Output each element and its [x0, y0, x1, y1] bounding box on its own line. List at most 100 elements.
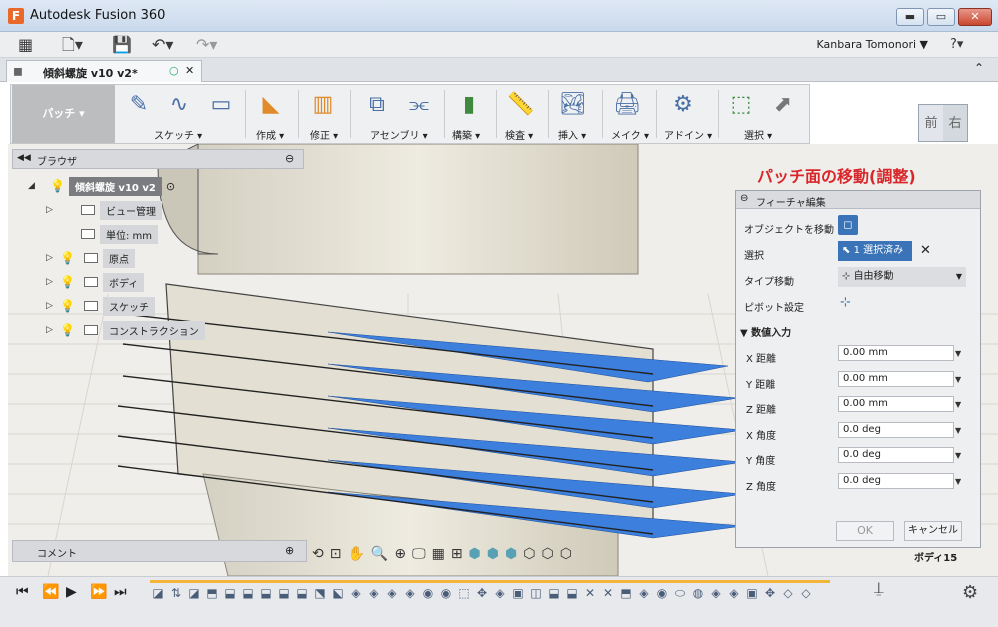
modify-menu[interactable]: 修正 ▾: [310, 127, 338, 142]
viewcube-front[interactable]: 前: [919, 105, 943, 141]
timeline-settings-icon[interactable]: ⚙: [962, 582, 978, 603]
scripts-addins-icon[interactable]: ⚙: [668, 90, 698, 120]
select-menu[interactable]: 選択 ▾: [744, 127, 772, 142]
rectangle-icon[interactable]: ▭: [206, 90, 236, 120]
collapse-icon[interactable]: ◢: [28, 181, 38, 191]
step-forward-icon[interactable]: ⏩: [90, 584, 107, 600]
addins-menu[interactable]: アドイン ▾: [664, 127, 712, 142]
shaded-icon[interactable]: ⬢: [469, 546, 481, 562]
expand-icon[interactable]: ▷: [46, 325, 56, 335]
timeline-feature-icon[interactable]: ✕: [582, 585, 598, 601]
collapse-ribbon-icon[interactable]: ⌃: [974, 61, 984, 75]
timeline-feature-icon[interactable]: ✕: [600, 585, 616, 601]
create-sketch-icon[interactable]: ✎: [124, 90, 154, 120]
timeline-feature-icon[interactable]: ✥: [474, 585, 490, 601]
visibility-bulb-icon[interactable]: 💡: [60, 275, 75, 289]
visibility-bulb-icon[interactable]: 💡: [60, 299, 75, 313]
timeline-feature-icon[interactable]: ✥: [762, 585, 778, 601]
file-menu-icon[interactable]: 🗋▾: [62, 36, 83, 54]
timeline-feature-icon[interactable]: ⬭: [672, 585, 688, 601]
timeline-feature-icon[interactable]: ◈: [384, 585, 400, 601]
user-menu[interactable]: Kanbara Tomonori ▼: [817, 38, 928, 51]
pivot-icon[interactable]: ⊹: [840, 295, 851, 310]
y-angle-input[interactable]: 0.0 deg: [838, 447, 954, 463]
timeline-feature-icon[interactable]: ◈: [492, 585, 508, 601]
dropdown-arrow-icon[interactable]: ▼: [955, 400, 961, 409]
visibility-bulb-icon[interactable]: 💡: [60, 251, 75, 265]
shaded-edges-icon[interactable]: ⬢: [487, 546, 499, 562]
viewports-icon[interactable]: ⊞: [451, 546, 463, 562]
sketch-menu[interactable]: スケッチ ▾: [154, 127, 202, 142]
viewcube[interactable]: 前 右: [918, 104, 968, 142]
tree-item[interactable]: ▷ 💡 コンストラクション: [46, 320, 205, 340]
maximize-button[interactable]: ▭: [927, 8, 955, 26]
timeline-feature-icon[interactable]: ⬒: [618, 585, 634, 601]
3d-print-icon[interactable]: 🖨: [612, 90, 642, 120]
timeline-feature-icon[interactable]: ◉: [654, 585, 670, 601]
timeline-feature-icon[interactable]: ▣: [744, 585, 760, 601]
tree-item[interactable]: ▷ 💡 ボディ: [46, 272, 205, 292]
expand-icon[interactable]: ▷: [46, 253, 56, 263]
timeline-feature-icon[interactable]: ⇅: [168, 585, 184, 601]
activate-radio-icon[interactable]: ⊙: [166, 180, 175, 193]
fit-icon[interactable]: ⊕: [394, 546, 406, 562]
timeline-feature-icon[interactable]: ⬓: [222, 585, 238, 601]
timeline-feature-icon[interactable]: ◉: [420, 585, 436, 601]
modify-icon[interactable]: ▥: [308, 90, 338, 120]
visibility-bulb-icon[interactable]: 💡: [60, 323, 75, 337]
timeline-feature-icon[interactable]: ◈: [402, 585, 418, 601]
timeline-feature-icon[interactable]: ◫: [528, 585, 544, 601]
undo-icon[interactable]: ↶▾: [152, 36, 173, 54]
clear-selection-icon[interactable]: ✕: [920, 243, 931, 258]
viewcube-right[interactable]: 右: [943, 105, 967, 141]
make-menu[interactable]: メイク ▾: [611, 127, 649, 142]
shaded-hidden-edges-icon[interactable]: ⬢: [505, 546, 517, 562]
go-to-end-icon[interactable]: ⏭: [114, 584, 127, 600]
close-button[interactable]: ✕: [958, 8, 992, 26]
new-component-icon[interactable]: ⧉: [362, 90, 392, 120]
tree-item[interactable]: 単位: mm: [46, 224, 205, 244]
zoom-icon[interactable]: 🔍: [371, 546, 388, 562]
redo-icon[interactable]: ↷▾: [196, 36, 217, 54]
timeline-feature-icon[interactable]: ⬓: [276, 585, 292, 601]
display-settings-icon[interactable]: 🖵: [412, 546, 426, 562]
timeline-feature-icon[interactable]: ⬓: [564, 585, 580, 601]
timeline-feature-icon[interactable]: ◈: [348, 585, 364, 601]
select-cursor-icon[interactable]: ⬈: [768, 90, 798, 120]
timeline-feature-icon[interactable]: ⬓: [546, 585, 562, 601]
ok-button[interactable]: OK: [836, 521, 894, 541]
create-patch-icon[interactable]: ◣: [256, 90, 286, 120]
timeline-feature-icon[interactable]: ◇: [780, 585, 796, 601]
timeline-feature-icon[interactable]: ⬔: [312, 585, 328, 601]
collapse-dialog-icon[interactable]: ⊖: [740, 193, 748, 204]
tree-item[interactable]: ▷ 💡 原点: [46, 248, 205, 268]
insert-image-icon[interactable]: 🏞: [558, 90, 588, 120]
timeline-feature-icon[interactable]: ◈: [636, 585, 652, 601]
tree-item[interactable]: ▷ ビュー管理: [46, 200, 205, 220]
browser-menu-icon[interactable]: ⊖: [285, 152, 294, 165]
timeline-feature-icon[interactable]: ⬓: [294, 585, 310, 601]
spline-icon[interactable]: ∿: [164, 90, 194, 120]
workspace-switcher-button[interactable]: パッチ ▾: [12, 85, 115, 143]
tree-root[interactable]: ◢ 💡 傾斜螺旋 v10 v2 ⊙: [28, 176, 205, 196]
step-back-icon[interactable]: ⏪: [42, 584, 59, 600]
timeline-feature-icon[interactable]: ⬓: [258, 585, 274, 601]
y-distance-input[interactable]: 0.00 mm: [838, 371, 954, 387]
document-tab[interactable]: ◼ 傾斜螺旋 v10 v2* ○ ✕: [6, 60, 202, 82]
x-angle-input[interactable]: 0.0 deg: [838, 422, 954, 438]
create-menu[interactable]: 作成 ▾: [256, 127, 284, 142]
timeline-feature-icon[interactable]: ◇: [798, 585, 814, 601]
offset-plane-icon[interactable]: ▮: [454, 90, 484, 120]
wireframe-icon[interactable]: ⬡: [523, 546, 535, 562]
timeline-feature-icon[interactable]: ◉: [438, 585, 454, 601]
comment-bar[interactable]: コメント ⊕: [12, 540, 307, 562]
dropdown-arrow-icon[interactable]: ▼: [955, 426, 961, 435]
inspect-menu[interactable]: 検査 ▾: [505, 127, 533, 142]
joint-icon[interactable]: ⫘: [404, 90, 434, 120]
dropdown-arrow-icon[interactable]: ▼: [955, 477, 961, 486]
timeline-feature-icon[interactable]: ▣: [510, 585, 526, 601]
data-panel-grid-icon[interactable]: ▦: [18, 36, 33, 54]
close-tab-icon[interactable]: ✕: [185, 64, 194, 77]
z-angle-input[interactable]: 0.0 deg: [838, 473, 954, 489]
z-distance-input[interactable]: 0.00 mm: [838, 396, 954, 412]
